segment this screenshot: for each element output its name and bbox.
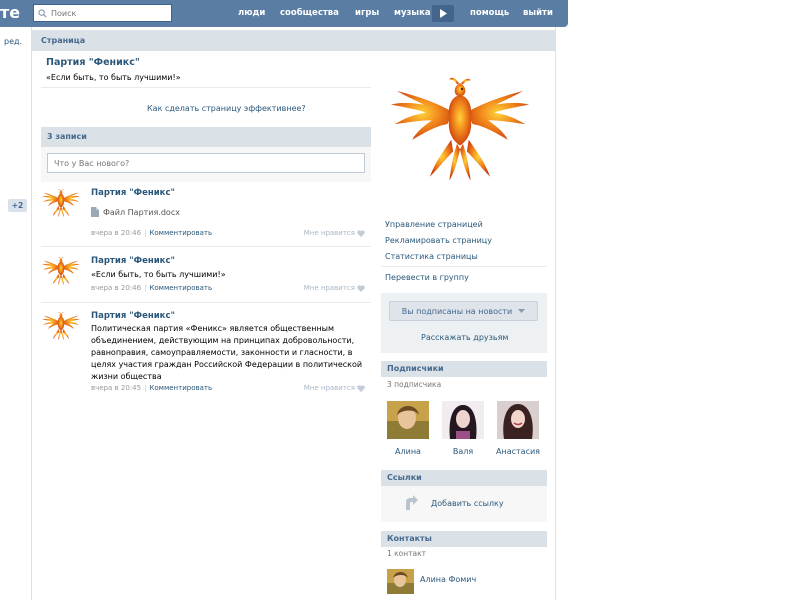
add-link-button[interactable]: Добавить ссылку <box>431 499 504 508</box>
comment-link[interactable]: Комментировать <box>149 384 212 392</box>
edit-link[interactable]: ред. <box>4 37 22 46</box>
like-label: Мне нравится <box>303 284 355 292</box>
search-input[interactable] <box>51 8 161 18</box>
site-logo[interactable]: те <box>0 3 20 22</box>
wall-post-input[interactable] <box>47 153 365 173</box>
contacts-count: 1 контакт <box>387 549 427 558</box>
post-divider <box>41 302 371 303</box>
play-icon <box>440 9 447 18</box>
subscribers-header[interactable]: Подписчики <box>381 361 547 377</box>
wall-count: 3 записи <box>47 132 87 141</box>
post-author[interactable]: Партия "Феникс" <box>91 188 175 198</box>
divider <box>41 87 371 88</box>
subscribed-button[interactable]: Вы подписаны на новости <box>389 301 538 321</box>
document-icon <box>91 207 99 217</box>
post-avatar[interactable] <box>41 256 81 286</box>
post-author[interactable]: Партия "Феникс" <box>91 256 175 266</box>
avatar <box>387 401 429 439</box>
post-text: «Если быть, то быть лучшими!» <box>91 270 226 279</box>
tell-friends-link[interactable]: Расскажать друзьям <box>421 333 508 342</box>
like-label: Мне нравится <box>303 229 355 237</box>
page-avatar[interactable] <box>387 75 533 183</box>
links-header: Ссылки <box>381 470 547 486</box>
subscriber-name: Алина <box>395 447 421 456</box>
link-arrow-icon[interactable] <box>404 494 418 510</box>
convert-to-group-link[interactable]: Перевести в группу <box>385 273 469 282</box>
wall-header: 3 записи <box>41 127 371 147</box>
top-header: те люди сообщества игры музыка помощь вы… <box>0 0 568 27</box>
page-stats-link[interactable]: Статистика страницы <box>385 252 478 261</box>
heart-icon <box>357 384 365 392</box>
contact-avatar[interactable] <box>387 569 414 594</box>
chevron-down-icon <box>518 309 526 313</box>
search-box[interactable] <box>33 4 172 22</box>
avatar <box>497 401 539 439</box>
subscribers-count[interactable]: 3 подписчика <box>387 380 441 389</box>
links-title: Ссылки <box>387 473 422 482</box>
nav-games[interactable]: игры <box>355 8 379 18</box>
nav-communities[interactable]: сообщества <box>280 8 339 18</box>
counter-badge[interactable]: +2 <box>8 199 27 212</box>
manage-page-link[interactable]: Управление страницей <box>385 220 483 229</box>
wall-post: Партия "Феникс" Политическая партия «Фен… <box>41 311 371 401</box>
contact-name[interactable]: Алина Фомич <box>420 575 476 584</box>
subscriber-item[interactable]: Анастасия <box>496 401 540 456</box>
comment-link[interactable]: Комментировать <box>149 284 212 292</box>
post-meta: вчера в 20:45 | Комментировать <box>91 384 213 392</box>
wall-post: Партия "Феникс" Файл Партия.docx вчера в… <box>41 188 371 247</box>
heart-icon <box>357 229 365 237</box>
nav-logout[interactable]: выйти <box>523 8 553 18</box>
attachment-name: Файл Партия.docx <box>103 207 180 217</box>
subscriber-item[interactable]: Алина <box>386 401 430 456</box>
post-time[interactable]: вчера в 20:46 <box>91 229 141 237</box>
subscriber-item[interactable]: Валя <box>441 401 485 456</box>
effective-page-link[interactable]: Как сделать страницу эффективнее? <box>147 104 306 113</box>
contacts-header[interactable]: Контакты <box>381 531 547 547</box>
nav-help[interactable]: помощь <box>470 8 509 18</box>
nav-people[interactable]: люди <box>238 8 265 18</box>
contacts-title: Контакты <box>387 534 432 543</box>
page-status: «Если быть, то быть лучшими!» <box>46 73 181 82</box>
subscriber-name: Валя <box>452 447 474 456</box>
play-button[interactable] <box>432 5 454 22</box>
like-button[interactable]: Мне нравится <box>304 229 365 237</box>
section-title: Страница <box>41 36 86 45</box>
subscribers-title: Подписчики <box>387 364 444 373</box>
section-bar: Страница <box>32 30 555 51</box>
like-button[interactable]: Мне нравится <box>304 284 365 292</box>
subscribed-label: Вы подписаны на новости <box>401 306 513 316</box>
post-attachment[interactable]: Файл Партия.docx <box>91 207 180 217</box>
post-avatar[interactable] <box>41 311 81 341</box>
like-label: Мне нравится <box>303 384 355 392</box>
subscriber-name: Анастасия <box>496 447 540 456</box>
heart-icon <box>357 284 365 292</box>
divider <box>381 266 547 267</box>
advertise-page-link[interactable]: Рекламировать страницу <box>385 236 492 245</box>
comment-link[interactable]: Комментировать <box>149 229 212 237</box>
post-author[interactable]: Партия "Феникс" <box>91 311 175 321</box>
post-avatar[interactable] <box>41 188 81 218</box>
avatar <box>442 401 484 439</box>
post-divider <box>41 246 371 247</box>
post-time[interactable]: вчера в 20:45 <box>91 384 141 392</box>
page-title: Партия "Феникс" <box>46 57 140 68</box>
post-time[interactable]: вчера в 20:46 <box>91 284 141 292</box>
like-button[interactable]: Мне нравится <box>304 384 365 392</box>
nav-music[interactable]: музыка <box>394 8 431 18</box>
post-text: Политическая партия «Феникс» является об… <box>91 324 363 381</box>
wall-post: Партия "Феникс" «Если быть, то быть лучш… <box>41 256 371 303</box>
post-meta: вчера в 20:46 | Комментировать <box>91 284 213 292</box>
search-icon <box>38 8 47 18</box>
post-meta: вчера в 20:46 | Комментировать <box>91 229 213 237</box>
